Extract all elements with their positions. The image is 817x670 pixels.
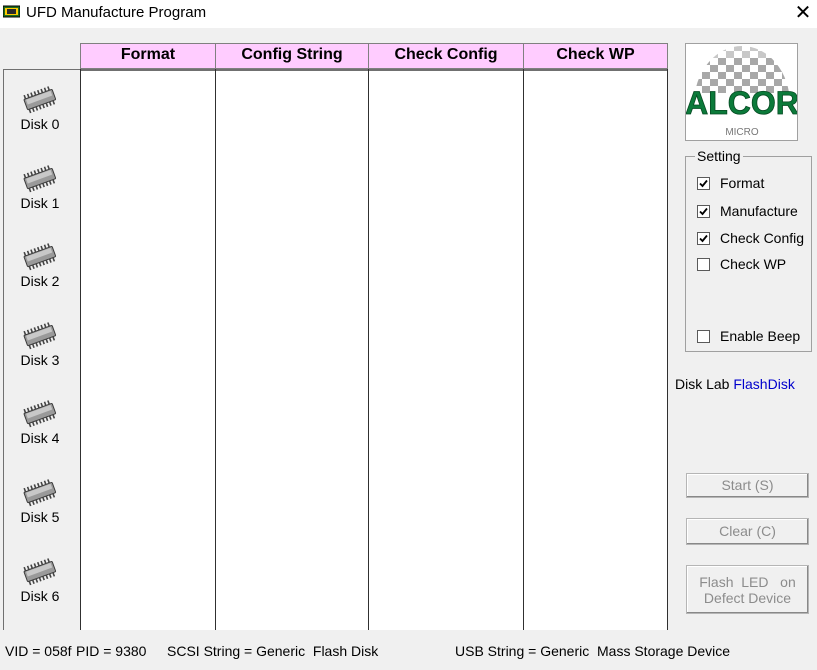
checkbox-box[interactable]: [697, 330, 710, 343]
column-header-format: Format: [80, 43, 215, 69]
disk-label: Disk 3: [20, 351, 60, 368]
status-vid: VID = 058f: [5, 643, 72, 659]
title-bar: UFD Manufacture Program ✕: [0, 0, 817, 28]
grid-divider: [368, 69, 369, 630]
check-config-checkbox-label: Check Config: [720, 230, 805, 246]
logo-text: ALCOR: [686, 85, 797, 121]
status-scsi-string: SCSI String = Generic Flash Disk: [167, 643, 379, 659]
disk-label: Disk 0: [20, 116, 60, 132]
window-title: UFD Manufacture Program: [26, 4, 207, 21]
flash-chip-icon: [23, 400, 57, 428]
close-button[interactable]: ✕: [789, 0, 817, 26]
disk-item: Disk 4: [4, 400, 76, 446]
flash-chip-icon: [23, 557, 57, 585]
logo-subtext: MICRO: [725, 127, 759, 138]
start-button[interactable]: Start (S): [686, 473, 809, 498]
status-usb-string: USB String = Generic Mass Storage Device: [455, 643, 731, 659]
checkbox-box[interactable]: [697, 177, 710, 190]
disk-lab-value: FlashDisk: [733, 376, 795, 392]
flash-led-button-line1: Flash LED on: [699, 574, 796, 590]
flash-chip-icon: [23, 86, 57, 114]
grid-divider: [215, 69, 216, 630]
flash-chip-icon: [23, 479, 57, 507]
check-mark-icon: [699, 234, 708, 243]
disk-item: Disk 2: [4, 243, 76, 289]
checkbox-box[interactable]: [697, 205, 710, 218]
checkbox-box[interactable]: [697, 232, 710, 245]
disk-label: Disk 6: [20, 587, 60, 604]
status-pid: PID = 9380: [76, 643, 147, 659]
disk-label: Disk 4: [20, 430, 60, 447]
column-header-check-config: Check Config: [368, 43, 523, 69]
setting-legend: Setting: [695, 148, 743, 164]
grid-divider: [667, 69, 668, 630]
disk-item: Disk 1: [4, 164, 76, 211]
disk-item: Disk 3: [4, 322, 76, 368]
disk-label: Disk 5: [20, 509, 60, 525]
manufacture-checkbox-label: Manufacture: [720, 203, 798, 219]
disk-lab-prefix: Disk Lab: [675, 376, 730, 392]
flash-led-button[interactable]: Flash LED on Defect Device: [686, 565, 809, 614]
disk-lab-label: Disk Lab FlashDisk: [675, 376, 795, 392]
disk-status-grid: [3, 69, 668, 630]
flash-chip-icon: [23, 164, 57, 192]
disk-item: Disk 5: [4, 479, 76, 525]
flash-led-button-line2: Defect Device: [703, 590, 792, 606]
check-mark-icon: [699, 179, 708, 188]
column-header-check-wp: Check WP: [523, 43, 668, 69]
format-checkbox-label: Format: [720, 175, 765, 191]
checkbox-box[interactable]: [697, 258, 710, 271]
enable-beep-checkbox-label: Enable Beep: [720, 328, 801, 344]
disk-label: Disk 2: [20, 273, 60, 290]
grid-divider: [80, 69, 81, 630]
check-mark-icon: [699, 207, 708, 216]
alcor-micro-logo: ALCOR MICRO: [685, 43, 798, 141]
disk-label: Disk 1: [20, 194, 60, 211]
chip-icon: [3, 5, 20, 18]
grid-divider: [523, 69, 524, 630]
column-header-config-string: Config String: [215, 43, 368, 69]
clear-button[interactable]: Clear (C): [686, 518, 809, 545]
disk-item: Disk 0: [4, 86, 76, 132]
flash-chip-icon: [23, 243, 57, 271]
flash-chip-icon: [23, 322, 57, 350]
disk-item: Disk 6: [4, 557, 76, 604]
check-wp-checkbox-label: Check WP: [720, 256, 787, 272]
